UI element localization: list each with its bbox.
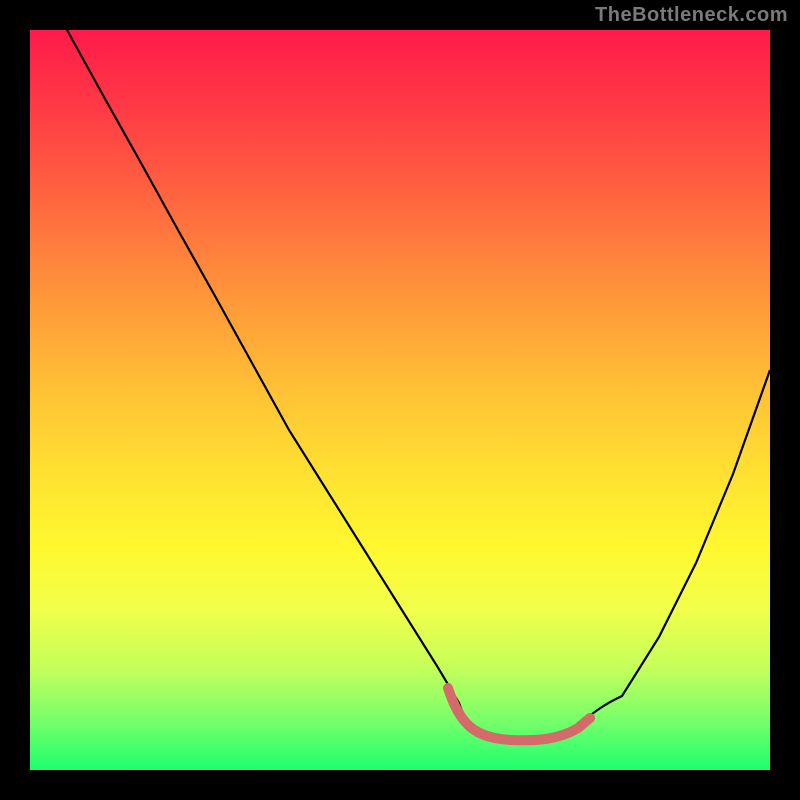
attribution-text: TheBottleneck.com	[595, 4, 788, 27]
plot-area	[30, 30, 770, 770]
chart-stage: TheBottleneck.com	[0, 0, 800, 800]
highlight-segment	[448, 688, 590, 740]
curve-path	[67, 30, 770, 740]
bottleneck-curve	[30, 30, 770, 770]
